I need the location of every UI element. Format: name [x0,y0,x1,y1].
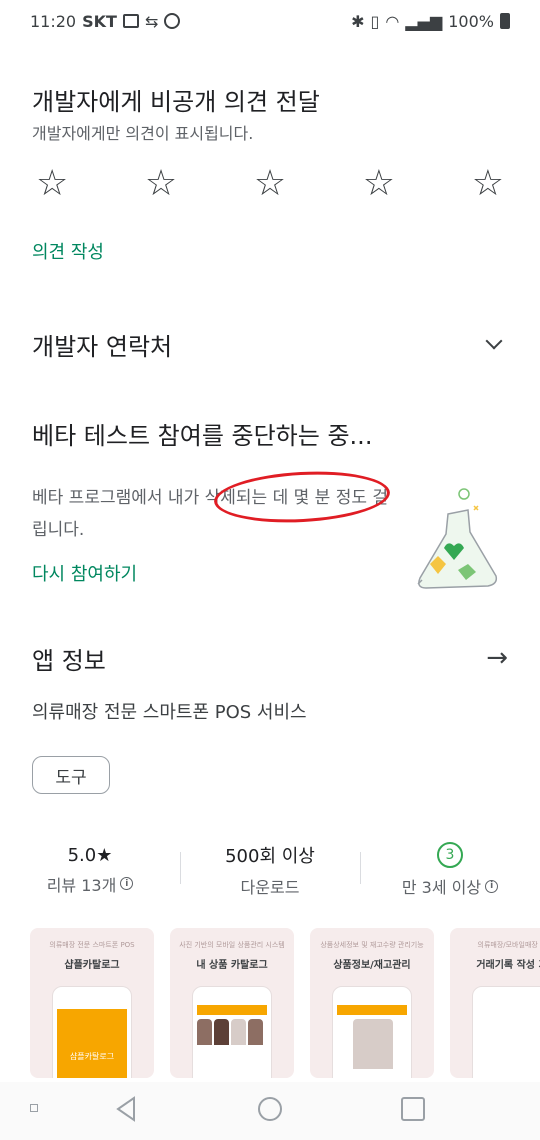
rating-label-row: 리뷰 13개 i [47,872,134,896]
rating-stat: 5.0★ 리뷰 13개 i [0,838,180,902]
screenshot-1[interactable]: 의류매장 전문 스마트폰 POS 샵플카탈로그 샵플카탈로그 [30,928,154,1078]
phone-mockup [332,986,412,1078]
screenshot-2[interactable]: 사진 기반의 모바일 상품관리 시스템 내 상품 카탈로그 [170,928,294,1078]
wifi-icon: ◠ [385,11,400,31]
age-rating-stat: 3 만 3세 이상 i [360,838,540,902]
screenshot-carousel[interactable]: 의류매장 전문 스마트폰 POS 샵플카탈로그 샵플카탈로그 사진 기반의 모바… [30,928,540,1078]
phone-mockup [192,986,272,1078]
phone-header-bar [337,1005,407,1015]
system-navigation-bar [0,1082,540,1140]
screenshot-title: 거래기록 작성 기 [476,960,540,971]
battery-icon [500,13,510,29]
battery-percent: 100% [448,11,494,31]
info-icon[interactable]: i [120,877,134,890]
rating-label: 리뷰 13개 [46,875,117,895]
screenshot-caption: 의류매장/모바일매장 판 [477,941,540,949]
screenshot-title: 상품정보/재고관리 [333,960,411,971]
screenshot-title: 내 상품 카탈로그 [196,960,268,971]
beta-flask-illustration [417,488,498,589]
phone-header-bar [197,1005,267,1015]
star-rating: ☆ ☆ ☆ ☆ ☆ [36,164,504,204]
product-photo [337,1019,407,1078]
phone-screen: 샵플카탈로그 [57,1009,127,1078]
screenshot-caption: 의류매장 전문 스마트폰 POS [49,941,135,949]
star-icon-5[interactable]: ☆ [472,164,504,204]
vibrate-icon: ▯ [370,11,380,31]
status-carrier: SKT [82,11,117,31]
beta-title: 베타 테스트 참여를 중단하는 중... [32,422,373,450]
developer-contact-row[interactable]: 개발자 연락처 [32,322,508,366]
age-label: 만 3세 이상 [401,878,482,897]
back-icon[interactable] [114,1096,138,1122]
nav-indicator-icon [30,1104,38,1112]
screenshot-caption: 사진 기반의 모바일 상품관리 시스템 [179,941,285,949]
star-icon-3[interactable]: ☆ [254,164,286,204]
screenshot-caption: 상품상세정보 및 재고수량 관리기능 [320,941,424,949]
phone-screen-text: 샵플카탈로그 [69,1052,115,1061]
status-left: 11:20 SKT ⇆ [30,11,181,31]
star-icon-2[interactable]: ☆ [145,164,177,204]
phone-mockup [472,986,540,1078]
age-label-row: 만 3세 이상 i [401,874,499,898]
screenshot-4[interactable]: 의류매장/모바일매장 판 거래기록 작성 기 [450,928,540,1078]
gallery-notification-icon [122,14,139,28]
status-time: 11:20 [30,11,77,31]
product-thumbnail [248,1019,263,1045]
downloads-stat: 500회 이상 다운로드 [180,838,360,902]
downloads-value: 500회 이상 [225,846,315,867]
phone-mockup: 샵플카탈로그 [52,986,132,1078]
feedback-title: 개발자에게 비공개 의견 전달 [32,88,320,116]
arrow-right-icon: → [486,643,508,673]
signal-icon: ▂▄▆ [405,11,443,31]
feedback-subtitle: 개발자에게만 의견이 표시됩니다. [32,124,254,143]
info-icon[interactable]: i [485,879,499,893]
product-thumbnail [353,1019,393,1069]
app-info-row[interactable]: 앱 정보 → [32,638,508,678]
app-description: 의류매장 전문 스마트폰 POS 서비스 [32,702,307,723]
bluetooth-icon: ✱ [351,11,365,31]
age-rating-badge: 3 [437,842,463,868]
app-stats: 5.0★ 리뷰 13개 i 500회 이상 다운로드 3 만 3세 이상 i [0,838,540,902]
screenshot-title: 샵플카탈로그 [64,960,120,971]
rating-value: 5.0★ [67,844,113,866]
recent-apps-icon[interactable] [401,1097,425,1121]
category-tag-chip[interactable]: 도구 [32,756,110,794]
home-icon[interactable] [258,1097,282,1121]
product-thumbnail [214,1019,229,1045]
chevron-down-icon [485,332,503,350]
downloads-label: 다운로드 [240,878,300,897]
status-bar: 11:20 SKT ⇆ ✱ ▯ ◠ ▂▄▆ 100% [0,0,540,42]
product-thumbnail [231,1019,246,1045]
star-icon-1[interactable]: ☆ [36,164,68,204]
developer-contact-label: 개발자 연락처 [32,332,173,361]
sync-icon [164,13,181,29]
usb-icon: ⇆ [144,11,159,31]
status-right: ✱ ▯ ◠ ▂▄▆ 100% [351,12,510,31]
product-thumbnails [197,1019,267,1078]
product-thumbnail [197,1019,212,1045]
app-info-label: 앱 정보 [32,646,106,675]
screenshot-3[interactable]: 상품상세정보 및 재고수량 관리기능 상품정보/재고관리 [310,928,434,1078]
write-feedback-link[interactable]: 의견 작성 [32,238,508,264]
star-icon-4[interactable]: ☆ [363,164,395,204]
